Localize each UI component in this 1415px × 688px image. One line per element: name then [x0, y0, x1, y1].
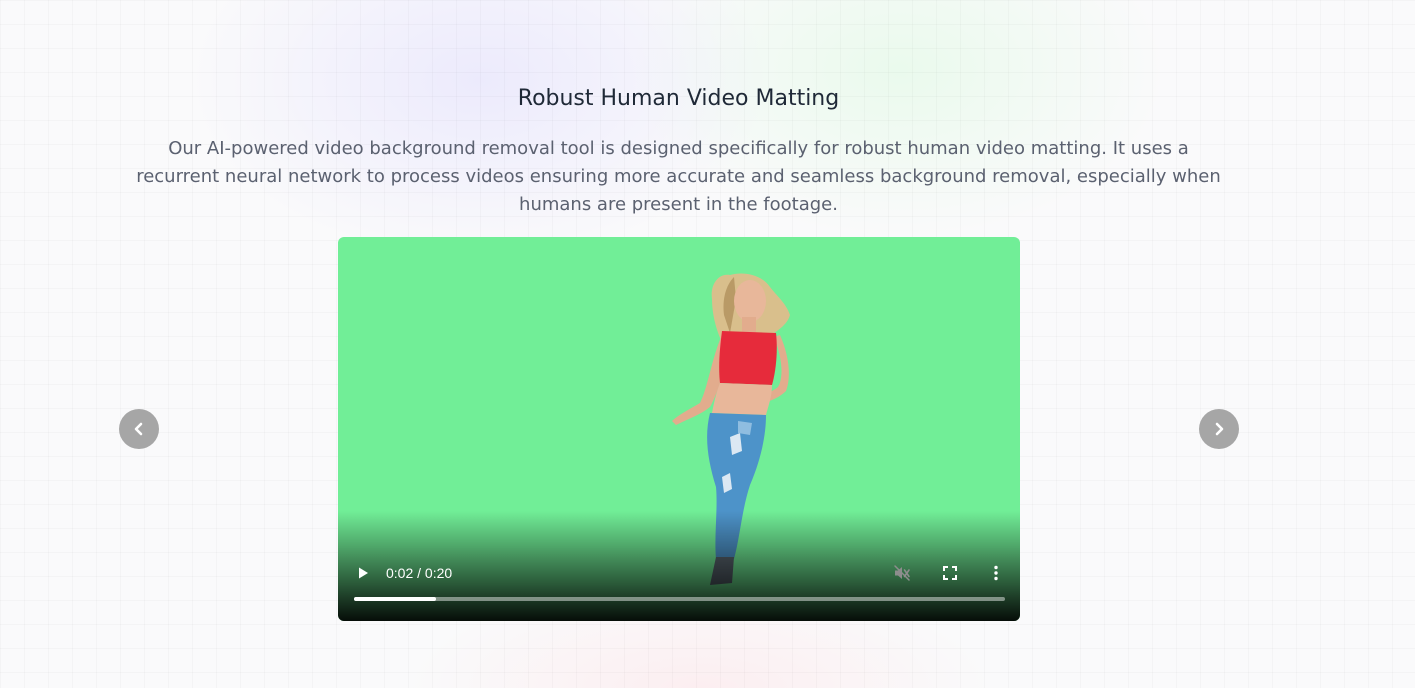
video-fullscreen-button[interactable] — [938, 561, 962, 585]
video-player[interactable]: 0:02 / 0:20 — [338, 237, 1020, 621]
video-play-button[interactable] — [352, 562, 374, 584]
video-options-button[interactable] — [986, 561, 1006, 585]
section-title: Robust Human Video Matting — [517, 86, 840, 111]
chevron-right-icon — [1215, 422, 1224, 436]
chevron-left-icon — [134, 422, 143, 436]
carousel-next-button[interactable] — [1199, 409, 1239, 449]
play-icon — [359, 567, 368, 579]
section-description: Our AI-powered video background removal … — [136, 138, 1221, 215]
vertical-dots-icon — [994, 565, 998, 581]
fullscreen-icon — [943, 566, 957, 580]
video-time-display: 0:02 / 0:20 — [386, 565, 453, 581]
muted-speaker-icon — [894, 565, 910, 581]
video-mute-button[interactable] — [890, 561, 914, 585]
video-progress-fill — [354, 597, 437, 601]
carousel-prev-button[interactable] — [119, 409, 159, 449]
video-progress-bar[interactable] — [354, 597, 1005, 601]
